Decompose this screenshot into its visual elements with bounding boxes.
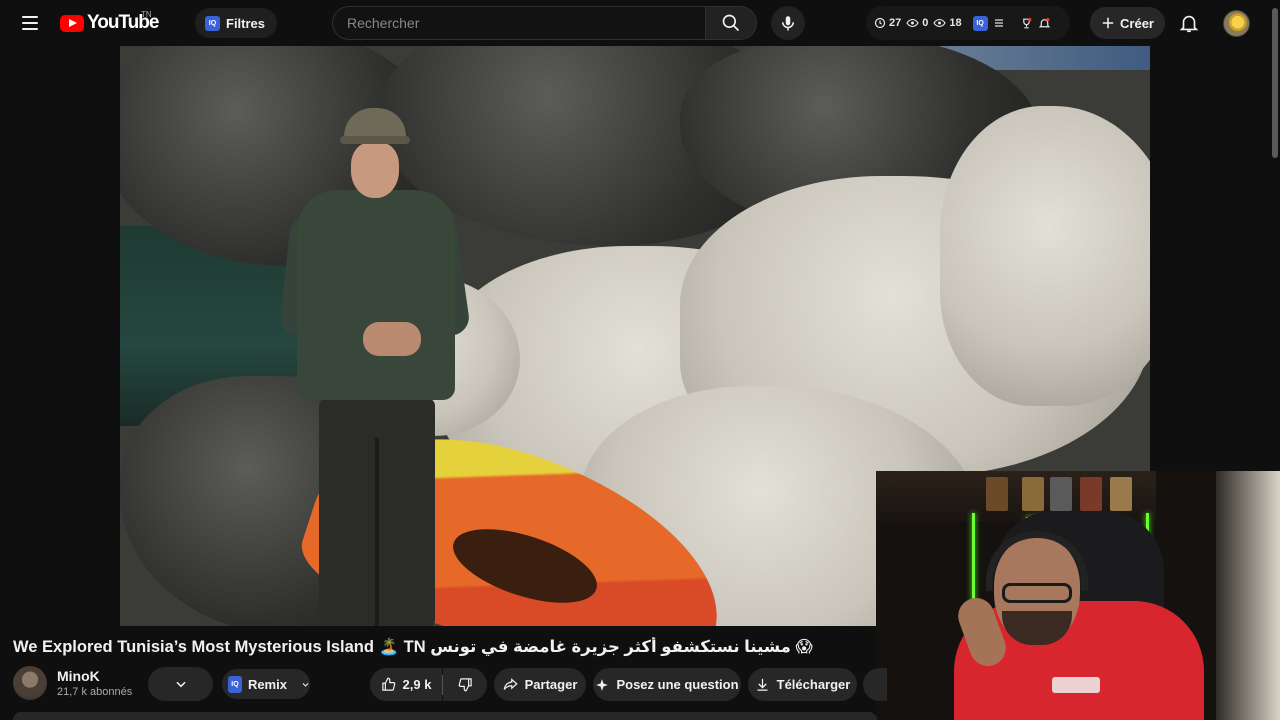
like-count: 2,9 k <box>402 677 432 692</box>
top-bar: YouTube TN IQ Filtres 27 0 18 IQ Créer <box>0 0 1280 46</box>
channel-name[interactable]: MinoK <box>57 668 100 684</box>
extension-stat-1: 27 <box>889 17 902 29</box>
chevron-down-icon <box>175 681 186 688</box>
list-icon[interactable] <box>993 17 1005 29</box>
extension-stat-3: 18 <box>949 17 962 29</box>
account-avatar[interactable] <box>1223 10 1250 37</box>
ask-question-button[interactable]: Posez une question <box>593 668 741 701</box>
extension-toolbar: 27 0 18 IQ <box>866 6 1070 40</box>
search-input[interactable] <box>333 7 706 39</box>
extension-iq-badge[interactable]: IQ <box>972 15 988 31</box>
share-button[interactable]: Partager <box>494 668 586 701</box>
extension-stat-clock[interactable]: 27 <box>874 17 901 29</box>
eye-icon <box>906 18 919 28</box>
trophy-icon[interactable] <box>1020 17 1033 30</box>
menu-icon[interactable] <box>14 9 46 37</box>
search-button[interactable] <box>705 6 757 40</box>
remix-label: Remix <box>247 676 287 692</box>
create-label: Créer <box>1120 15 1154 31</box>
extension-stat-views[interactable]: 18 <box>933 17 962 29</box>
remix-button[interactable]: IQ Remix <box>222 669 310 699</box>
mic-icon <box>782 16 794 31</box>
search-box <box>332 6 706 40</box>
filters-label: Filtres <box>226 15 266 31</box>
description-box-top[interactable] <box>13 712 877 720</box>
ask-question-label: Posez une question <box>616 677 739 692</box>
logo-country-code: TN <box>141 10 152 19</box>
webcam-overlay <box>876 471 1280 720</box>
thumbs-up-icon <box>381 677 395 691</box>
subscription-dropdown-button[interactable] <box>148 667 213 701</box>
notification-alert-icon[interactable] <box>1038 17 1051 30</box>
extension-stat-eye[interactable]: 0 <box>906 17 928 29</box>
clock-icon <box>874 17 886 29</box>
channel-avatar[interactable] <box>13 666 47 700</box>
subscriber-count: 21,7 k abonnés <box>57 686 133 698</box>
chevron-down-icon <box>302 682 309 687</box>
create-button[interactable]: Créer <box>1090 7 1165 39</box>
like-button[interactable]: 2,9 k <box>370 668 442 701</box>
filters-button[interactable]: IQ Filtres <box>195 8 278 38</box>
video-title: We Explored Tunisia’s Most Mysterious Is… <box>13 638 813 656</box>
dislike-button[interactable] <box>443 668 487 701</box>
thumbs-down-icon <box>458 678 472 692</box>
download-label: Télécharger <box>776 677 851 692</box>
youtube-logo-icon <box>60 14 84 32</box>
plus-icon <box>1102 17 1114 29</box>
share-icon <box>503 678 518 690</box>
sparkle-icon <box>596 678 609 691</box>
eye-icon <box>933 18 947 28</box>
download-button[interactable]: Télécharger <box>748 668 857 701</box>
search-icon <box>722 14 740 32</box>
notifications-button[interactable] <box>1176 10 1202 36</box>
download-icon <box>757 678 768 691</box>
more-actions-button[interactable] <box>863 668 887 701</box>
video-presenter <box>278 108 472 626</box>
remix-iq-badge: IQ <box>228 675 242 693</box>
page-scrollbar-thumb[interactable] <box>1272 8 1278 158</box>
voice-search-button[interactable] <box>771 6 805 40</box>
iq-badge: IQ <box>205 15 220 31</box>
video-rock <box>940 106 1150 406</box>
extension-stat-2: 0 <box>922 17 929 29</box>
bell-icon <box>1179 15 1199 33</box>
share-label: Partager <box>524 677 578 692</box>
